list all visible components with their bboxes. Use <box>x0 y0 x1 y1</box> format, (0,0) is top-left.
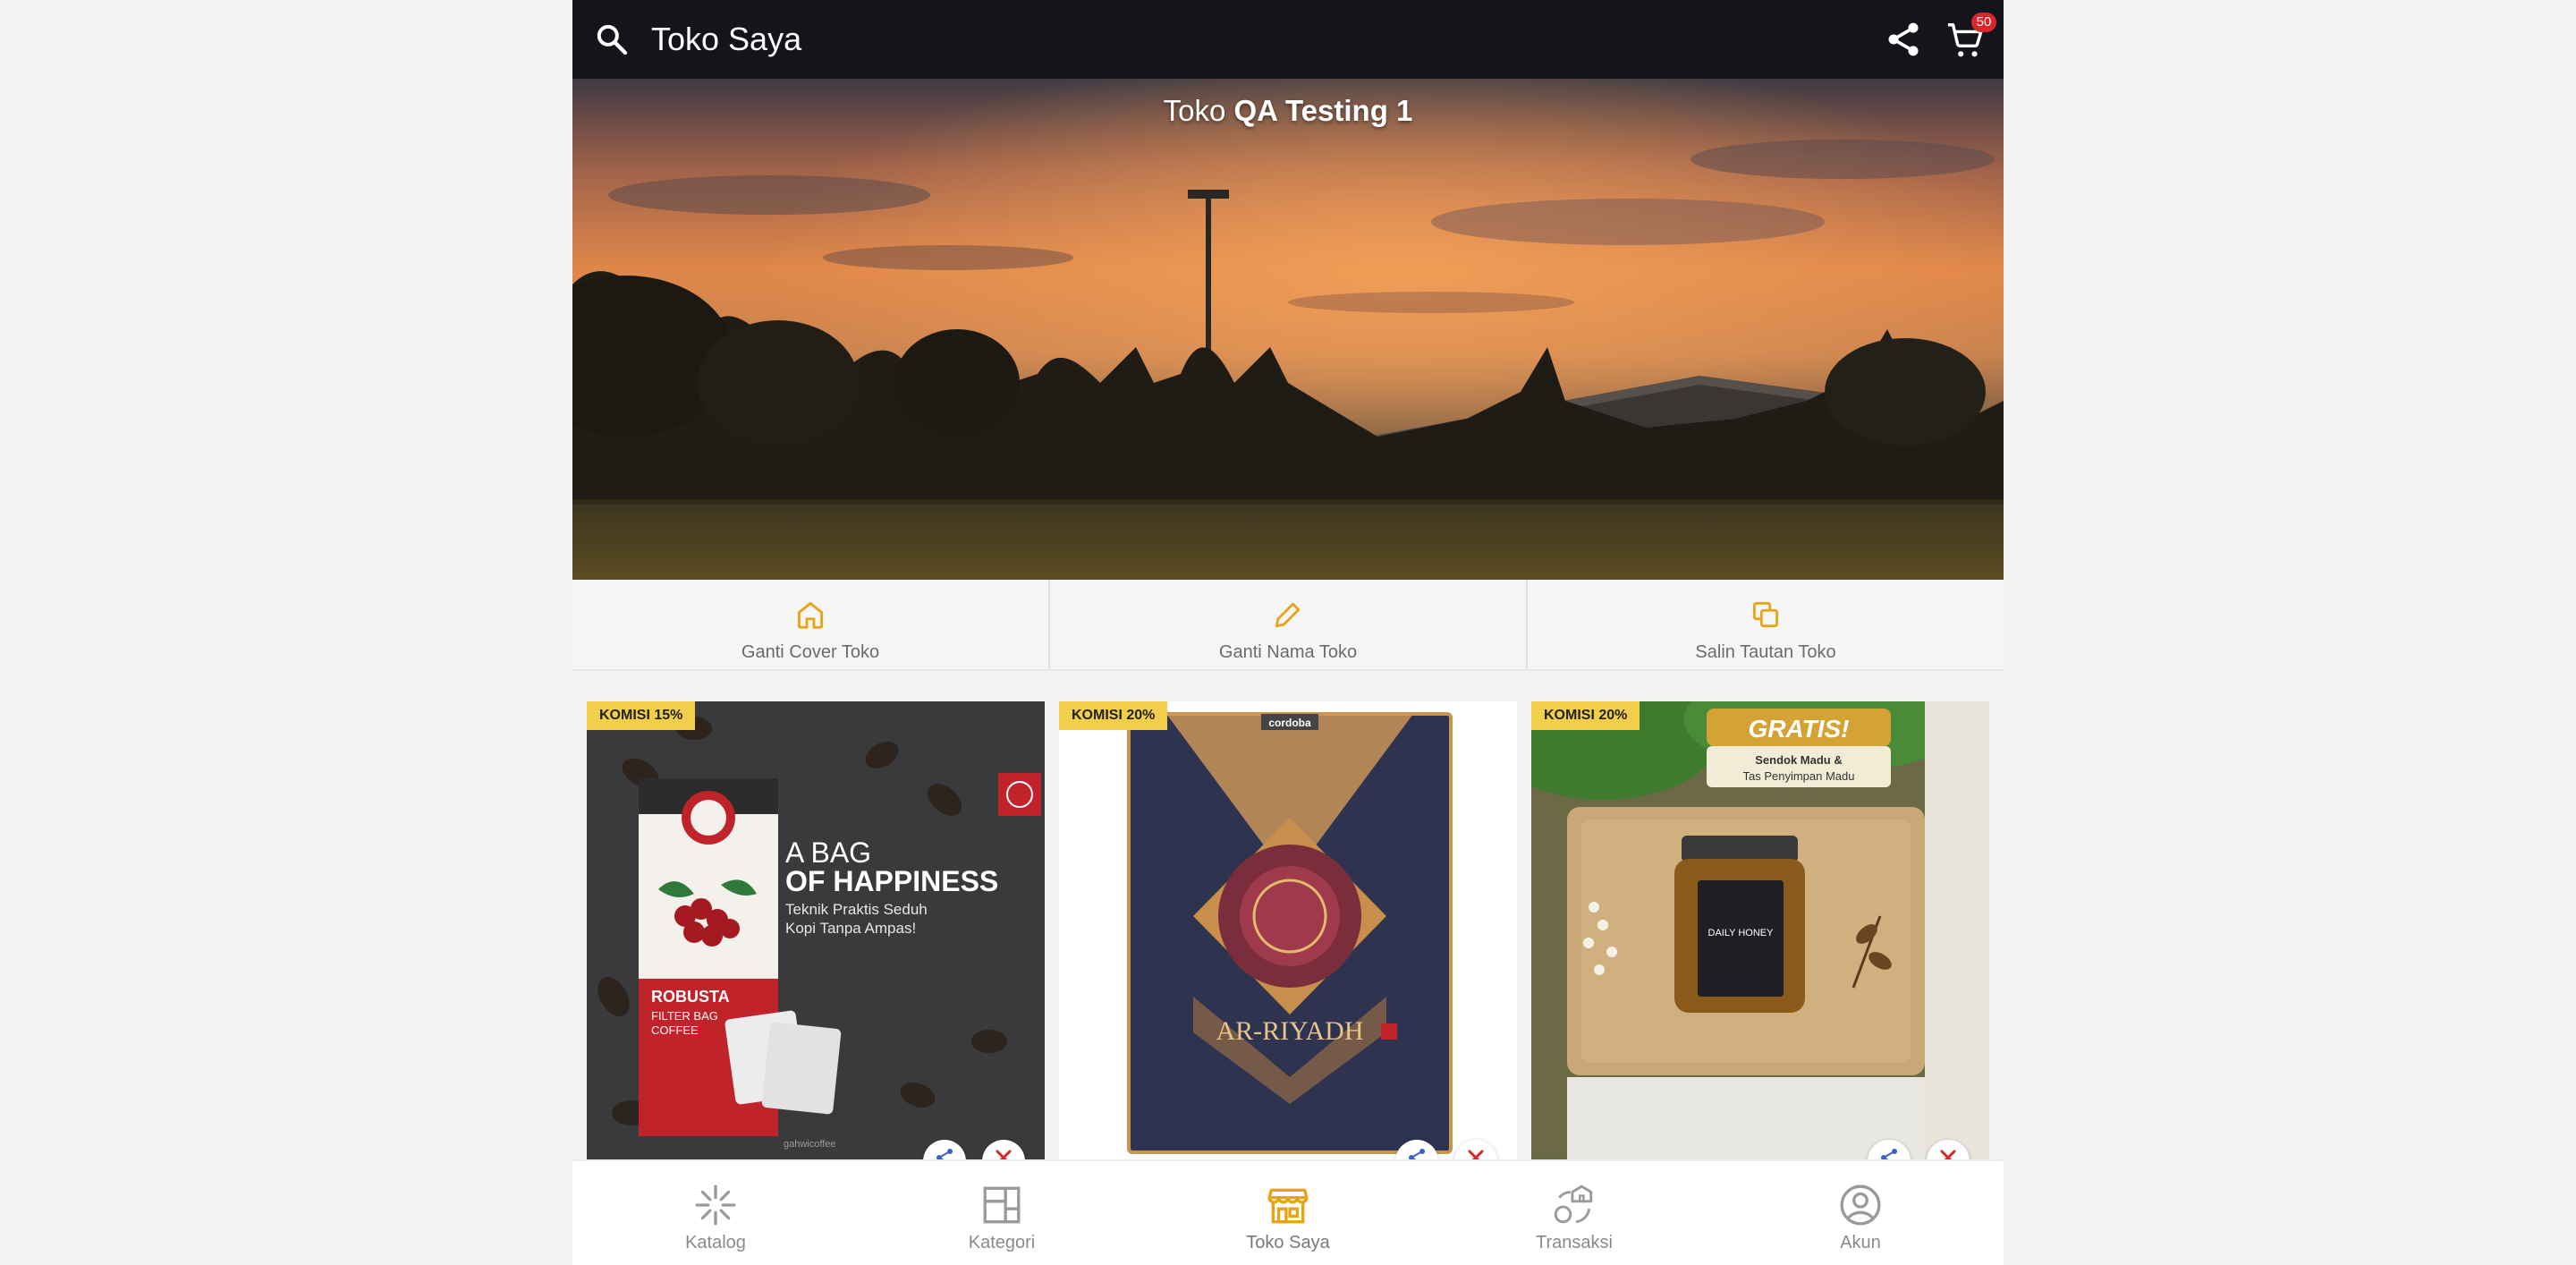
nav-label: Toko Saya <box>1246 1233 1330 1252</box>
change-name-label: Ganti Nama Toko <box>1218 642 1358 662</box>
search-icon[interactable] <box>594 21 630 57</box>
nav-label: Akun <box>1840 1233 1881 1252</box>
layout-icon <box>983 1186 1021 1224</box>
commission-badge: KOMISI 20% <box>1059 701 1168 730</box>
change-cover-button[interactable]: Ganti Cover Toko <box>572 580 1050 669</box>
store-icon <box>1267 1188 1309 1224</box>
jar-label: DAILY HONEY <box>1708 928 1775 938</box>
brand-text: gahwicoffee <box>784 1139 836 1150</box>
app-frame: Toko Saya 50 Toko QA Testing 1 Ganti Cov… <box>572 0 2004 1265</box>
store-name-prefix: Toko <box>1163 94 1226 127</box>
product-image: DAILY HONEY GRATIS! Sendok Madu & Tas Pe… <box>1531 701 1989 1159</box>
close-icon <box>1468 1150 1484 1159</box>
product-card[interactable]: KOMISI 15% ROBUSTA FILTER BAG COFFEE A B… <box>587 701 1045 1159</box>
product-image: cordoba AR-RIYADH <box>1059 701 1517 1159</box>
sparkle-icon <box>695 1184 736 1226</box>
copy-link-button[interactable]: Salin Tautan Toko <box>1528 580 2004 669</box>
can-label-1: ROBUSTA <box>651 988 730 1006</box>
can-label-2: FILTER BAG <box>651 1009 718 1023</box>
copy-icon <box>1752 601 1779 628</box>
cart-count-badge: 50 <box>1971 13 1996 32</box>
product-tagline-1: Teknik Praktis Seduh <box>785 901 928 918</box>
promo-line-1: Sendok Madu & <box>1755 753 1843 767</box>
pencil-icon <box>1275 602 1301 628</box>
product-card[interactable]: KOMISI 20% DAILY HONEY GRATIS! Sendok Ma… <box>1531 701 1989 1159</box>
nav-label: Transaksi <box>1536 1233 1613 1252</box>
promo-line-2: Tas Penyimpan Madu <box>1742 769 1854 783</box>
transaction-icon <box>1554 1184 1593 1224</box>
cover-image <box>572 79 2004 580</box>
store-name-value: QA Testing 1 <box>1233 94 1413 127</box>
home-icon <box>797 601 824 629</box>
product-tagline-2: Kopi Tanpa Ampas! <box>785 920 916 937</box>
publisher-label: cordoba <box>1268 717 1311 729</box>
bottom-nav: Katalog Kategori Toko Saya Transaksi Aku… <box>572 1161 2004 1265</box>
product-image: ROBUSTA FILTER BAG COFFEE A BAG OF HAPPI… <box>587 701 1045 1159</box>
nav-item-katalog[interactable]: Katalog <box>572 1161 859 1265</box>
top-bar: Toko Saya 50 <box>572 0 2004 79</box>
share-icon <box>1881 1149 1897 1159</box>
page-title: Toko Saya <box>651 21 802 57</box>
nav-label: Katalog <box>685 1233 746 1252</box>
nav-label: Kategori <box>968 1233 1036 1252</box>
close-icon <box>1940 1150 1956 1159</box>
close-icon <box>996 1150 1012 1159</box>
store-name: Toko QA Testing 1 <box>572 91 2004 131</box>
share-icon <box>1409 1149 1425 1159</box>
book-title: AR-RIYADH <box>1216 1016 1364 1046</box>
can-label-3: COFFEE <box>651 1023 699 1037</box>
share-icon <box>936 1149 953 1159</box>
nav-item-kategori[interactable]: Kategori <box>859 1161 1145 1265</box>
product-grid: KOMISI 15% ROBUSTA FILTER BAG COFFEE A B… <box>587 701 1989 1159</box>
product-card[interactable]: KOMISI 20% cordoba AR-RIYADH <box>1059 701 1517 1159</box>
change-cover-label: Ganti Cover Toko <box>741 642 880 662</box>
promo-title: GRATIS! <box>1748 715 1849 743</box>
store-actions: Ganti Cover Toko Ganti Nama Toko Salin T… <box>572 580 2004 671</box>
change-name-button[interactable]: Ganti Nama Toko <box>1050 580 1528 669</box>
product-headline-1: A BAG <box>785 836 871 869</box>
product-headline-2: OF HAPPINESS <box>785 865 998 897</box>
store-cover: Toko QA Testing 1 <box>572 79 2004 580</box>
nav-item-toko-saya[interactable]: Toko Saya <box>1145 1161 1431 1265</box>
nav-item-akun[interactable]: Akun <box>1717 1161 2004 1265</box>
copy-link-label: Salin Tautan Toko <box>1695 642 1836 662</box>
commission-badge: KOMISI 20% <box>1531 701 1640 730</box>
share-icon[interactable] <box>1884 20 1923 59</box>
account-icon <box>1840 1184 1881 1226</box>
nav-item-transaksi[interactable]: Transaksi <box>1431 1161 1717 1265</box>
commission-badge: KOMISI 15% <box>587 701 696 730</box>
